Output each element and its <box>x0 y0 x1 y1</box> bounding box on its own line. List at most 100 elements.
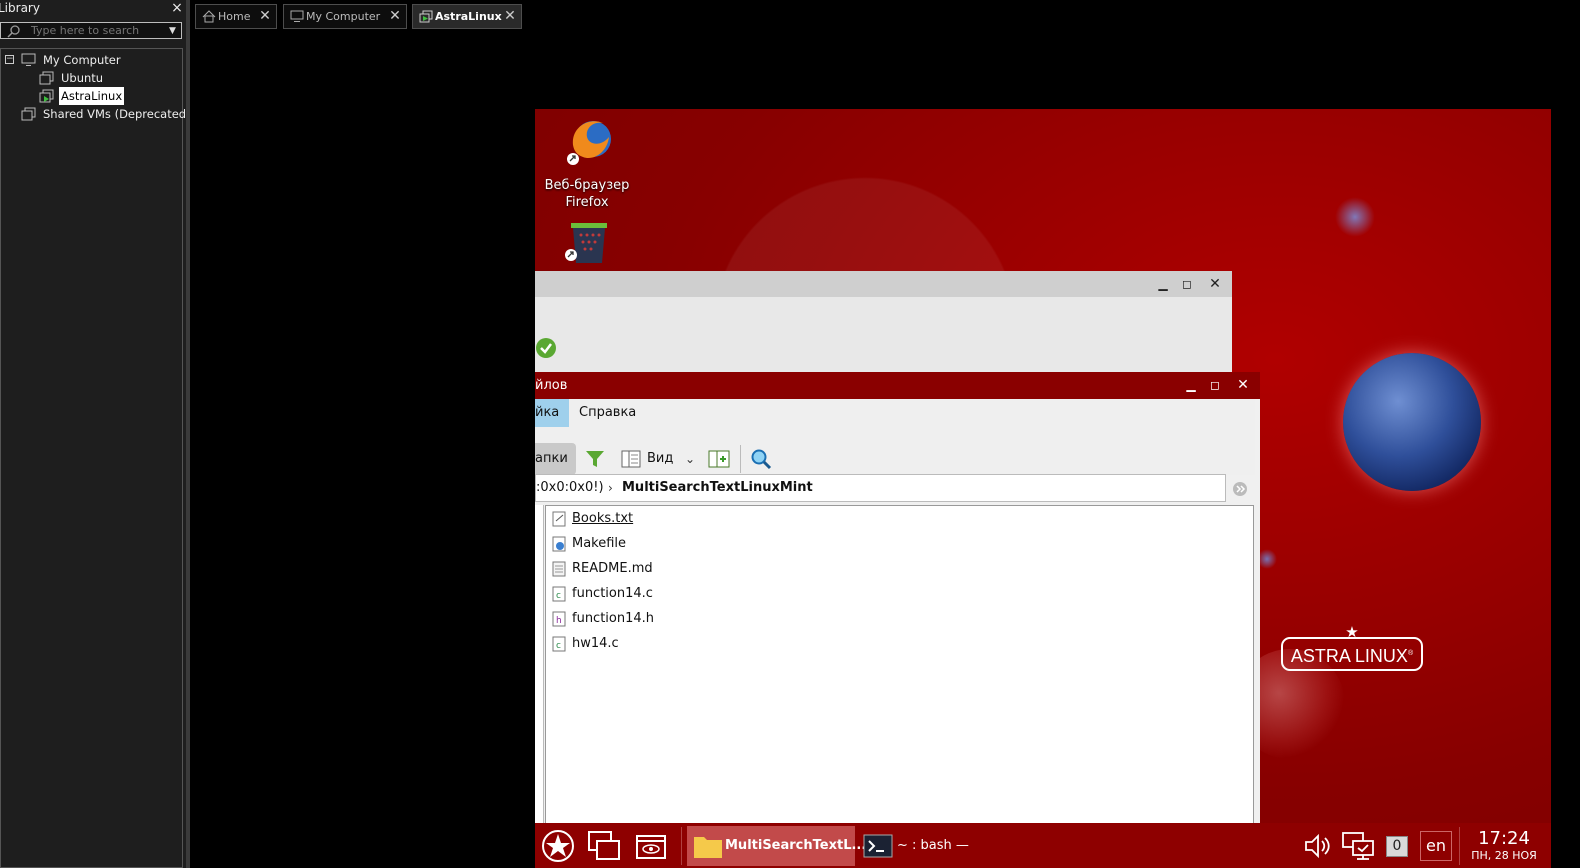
file-list[interactable]: Books.txt Makefile README.md c function1… <box>545 505 1254 868</box>
logo-text: ASTRA LINUX <box>1290 646 1408 666</box>
window-title: йлов <box>535 378 568 393</box>
library-search-input[interactable] <box>31 24 161 37</box>
view-label[interactable]: Вид <box>647 450 673 468</box>
folders-label: апки <box>535 451 568 466</box>
text-file-icon <box>552 511 566 527</box>
window-titlebar[interactable]: йлов ▁ ◻ ✕ <box>535 372 1260 399</box>
breadcrumb-separator-icon: › <box>608 481 613 495</box>
file-browser-icon[interactable] <box>635 830 667 862</box>
keyboard-layout-indicator[interactable]: en <box>1420 831 1452 861</box>
file-manager-window[interactable]: йлов ▁ ◻ ✕ йка Справка апки Вид ⌄ :0x0:0… <box>535 372 1260 868</box>
task-terminal[interactable]: ~ : bash — Термин... <box>859 826 1027 866</box>
tab-label: Home <box>218 10 251 23</box>
decorative-sphere <box>1343 353 1481 491</box>
c-source-icon: c <box>552 636 566 652</box>
menu-item-help[interactable]: Справка <box>579 399 636 427</box>
document-file-icon <box>552 561 566 577</box>
guest-desktop[interactable]: ★ ASTRA LINUX® Веб-браузер Firefox ▁ ◻ ✕ <box>535 109 1551 868</box>
library-title: Library <box>0 1 40 15</box>
split-view-icon[interactable] <box>708 450 730 468</box>
file-name: function14.c <box>572 586 653 601</box>
search-icon[interactable] <box>750 448 772 470</box>
chevron-down-icon[interactable]: ⌄ <box>685 450 695 468</box>
home-icon <box>202 10 216 23</box>
tab-my-computer[interactable]: My Computer ✕ <box>283 4 407 29</box>
vm-running-icon <box>39 89 54 103</box>
close-tab-icon[interactable]: ✕ <box>502 5 518 28</box>
clear-address-icon[interactable] <box>1232 481 1248 497</box>
library-panel: Library × ▼ − My Computer Ubuntu AstraLi… <box>0 0 191 868</box>
file-name: Books.txt <box>572 511 634 526</box>
task-file-manager[interactable]: MultiSearchTextL... <box>687 826 866 866</box>
tree-item-label: AstraLinux <box>59 87 125 105</box>
view-icon[interactable] <box>621 450 641 468</box>
folders-toggle-button[interactable]: апки <box>535 443 576 475</box>
file-name: hw14.c <box>572 636 619 651</box>
file-name: README.md <box>572 561 653 576</box>
decorative-sphere <box>1335 197 1375 237</box>
window-titlebar[interactable]: ▁ ◻ ✕ <box>535 271 1232 297</box>
start-menu-icon[interactable] <box>541 829 575 863</box>
computer-icon <box>290 10 304 22</box>
desktop-icon-trash[interactable] <box>561 221 613 265</box>
maximize-icon[interactable]: ◻ <box>1203 372 1227 398</box>
svg-text:c: c <box>556 641 561 651</box>
tab-astralinux[interactable]: AstraLinux ✕ <box>412 4 522 29</box>
panel-splitter[interactable] <box>186 0 190 868</box>
desktop-icon-firefox[interactable]: Веб-браузер Firefox <box>543 115 631 211</box>
breadcrumb-prefix[interactable]: :0x0:0x0!) <box>536 475 604 501</box>
folder-tree-pane[interactable] <box>535 505 544 868</box>
close-tab-icon[interactable]: ✕ <box>257 5 273 28</box>
library-tree: − My Computer Ubuntu AstraLinux Shared V… <box>0 48 191 868</box>
clock-date: пн, 28 ноя <box>1471 849 1537 862</box>
library-close-button[interactable]: × <box>170 0 184 16</box>
task-label: ~ : bash — Термин... <box>897 838 969 853</box>
computer-icon <box>21 53 36 66</box>
close-tab-icon[interactable]: ✕ <box>387 5 403 28</box>
network-icon[interactable] <box>1341 831 1375 861</box>
minimize-icon[interactable]: ▁ <box>1179 372 1203 398</box>
file-name: Makefile <box>572 536 627 551</box>
minimize-icon[interactable]: ▁ <box>1151 271 1175 297</box>
trash-icon <box>565 223 607 263</box>
tab-label: My Computer <box>306 10 381 23</box>
address-bar[interactable]: :0x0:0x0!) › MultiSearchTextLinuxMint <box>535 474 1226 502</box>
terminal-icon <box>863 834 893 858</box>
chevron-down-icon[interactable]: ▼ <box>169 24 181 38</box>
logo-mark: ® <box>1407 650 1414 657</box>
tree-collapse-toggle[interactable]: − <box>5 55 14 64</box>
desktop-icon-label: Веб-браузер Firefox <box>544 178 630 210</box>
volume-icon[interactable] <box>1303 833 1331 859</box>
clock[interactable]: 17:24 пн, 28 ноя <box>1459 829 1549 863</box>
close-icon[interactable]: ✕ <box>1231 372 1255 398</box>
filter-icon[interactable] <box>585 449 605 469</box>
vm-running-icon <box>419 10 433 23</box>
svg-text:c: c <box>556 591 561 601</box>
notifications-badge[interactable]: 0 <box>1386 836 1408 857</box>
breadcrumb-current[interactable]: MultiSearchTextLinuxMint <box>622 475 813 501</box>
task-label: MultiSearchTextL... <box>725 838 867 853</box>
taskbar-divider <box>681 827 682 865</box>
clock-time: 17:24 <box>1478 828 1530 849</box>
menu-bar: йка Справка <box>535 399 1255 427</box>
tree-item-label: Shared VMs (Deprecated) <box>43 107 191 121</box>
close-icon[interactable]: ✕ <box>1203 271 1227 297</box>
check-icon <box>536 338 556 358</box>
toolbar-divider <box>740 445 741 473</box>
library-search-box[interactable]: ▼ <box>0 22 182 39</box>
search-icon <box>7 25 20 38</box>
taskbar: MultiSearchTextL... ~ : bash — Термин...… <box>535 823 1551 868</box>
menu-item-file[interactable]: йка <box>535 399 569 427</box>
makefile-icon <box>552 536 566 552</box>
tree-item-label: Ubuntu <box>61 71 104 85</box>
firefox-icon <box>567 121 611 165</box>
toolbar: апки Вид ⌄ <box>535 427 1255 475</box>
windows-switcher-icon[interactable] <box>587 830 621 862</box>
decorative-sphere <box>1257 549 1277 569</box>
maximize-icon[interactable]: ◻ <box>1175 271 1199 297</box>
tab-home[interactable]: Home ✕ <box>195 4 277 29</box>
c-source-icon: c <box>552 586 566 602</box>
c-header-icon: h <box>552 611 566 627</box>
svg-text:h: h <box>556 616 562 626</box>
vm-icon <box>39 71 54 85</box>
